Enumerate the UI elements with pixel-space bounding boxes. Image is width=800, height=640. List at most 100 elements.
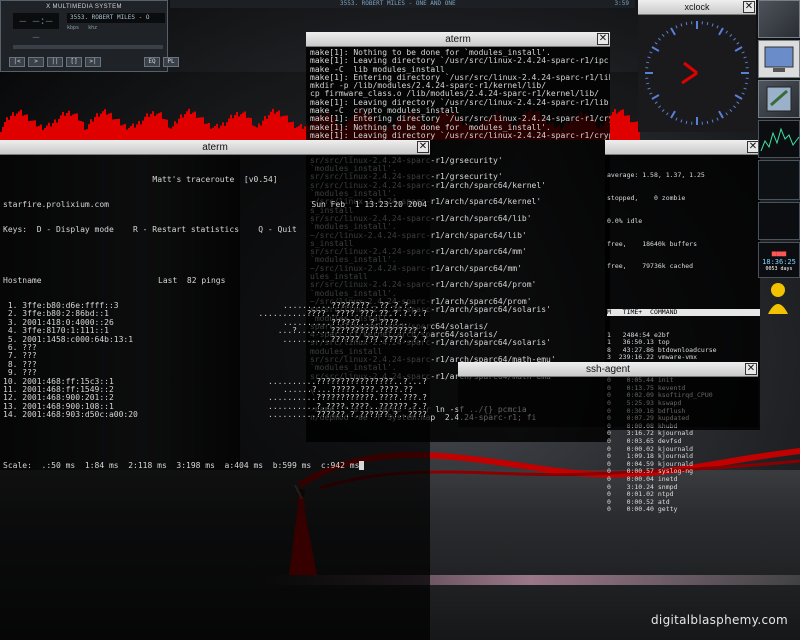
graph-bar [10, 115, 12, 140]
clock-tick [744, 82, 748, 85]
mtr-col-host: Hostname [3, 275, 42, 285]
settings-icon[interactable] [758, 80, 800, 118]
graph-bar [296, 127, 298, 140]
graph-bar [90, 119, 92, 140]
playlist-time: 3:59 [614, 0, 629, 7]
clock-tick [654, 42, 658, 45]
aterm-top-titlebar[interactable]: ✕ [605, 140, 760, 155]
graph-bar [270, 111, 272, 140]
eq-button[interactable]: EQ [144, 57, 160, 67]
aterm-mtr-titlebar[interactable]: aterm ✕ [0, 140, 430, 155]
clock-tick [711, 23, 714, 27]
hop-host: 14. 2001:468:903:d50c:a00:20 [3, 410, 138, 420]
graph-bar [122, 124, 124, 140]
graph-bar [162, 119, 164, 140]
top-header: M TIME+ COMMAND [607, 308, 760, 317]
clock-face [645, 21, 749, 125]
clock-tick [718, 27, 724, 36]
hop-pings: ..........??????.?.??????.?..???? [268, 410, 427, 420]
clock-widget: ■■■ 18:36:25 0053 days [758, 242, 800, 278]
monitor-icon[interactable] [758, 40, 800, 78]
graph-bar [34, 120, 36, 140]
clock-tick [734, 46, 743, 52]
graph-bar [292, 121, 294, 140]
xclock-titlebar[interactable]: xclock ✕ [638, 0, 756, 15]
graph-bar [196, 117, 198, 140]
graph-bar [630, 122, 632, 140]
stop-button[interactable]: [] [66, 57, 82, 67]
graph-bar [226, 122, 228, 140]
xmms-title: X MULTIMEDIA SYSTEM [46, 4, 122, 10]
graph-bar [130, 125, 132, 140]
clock-tick [716, 25, 719, 29]
graph-bar [622, 109, 624, 140]
graph-bar [188, 108, 190, 140]
graph-bar [74, 113, 76, 140]
graph-bar [70, 115, 72, 140]
graph-bar [116, 118, 118, 140]
graph-bar [142, 120, 144, 140]
graph-bar [92, 121, 94, 140]
graph-bar [282, 115, 284, 140]
ssh-agent-titlebar[interactable]: ssh-agent ✕ [458, 362, 758, 377]
graph-bar [152, 111, 154, 140]
table-row: 8. ??? [3, 360, 427, 369]
mtr-rows: 1. 3ffe:b80:d6e:ffff::3..........???????… [3, 301, 427, 420]
aterm-mtr-window[interactable]: aterm ✕ Matt's traceroute [v0.54] starfi… [0, 140, 430, 640]
graph-bar [174, 121, 176, 140]
clock-tick [744, 61, 748, 64]
graph-bar [64, 115, 66, 140]
graph-bar [298, 125, 300, 140]
graph-bar [156, 114, 158, 140]
graph-bar [218, 128, 220, 140]
xclock-window[interactable]: xclock ✕ [638, 0, 756, 132]
graph-bar [268, 114, 270, 140]
graph-bar [144, 116, 146, 140]
graph-bar [72, 114, 74, 140]
play-button[interactable]: > [28, 57, 44, 67]
graph-bar [258, 123, 260, 140]
clock-tick [675, 117, 678, 121]
xclock-title: xclock [684, 2, 710, 12]
pause-button[interactable]: || [47, 57, 63, 67]
dock-app-tile[interactable] [758, 0, 800, 38]
graph-bar [110, 112, 112, 140]
close-button[interactable]: ✕ [417, 141, 429, 153]
next-button[interactable]: >| [85, 57, 101, 67]
graph-bar [256, 127, 258, 140]
graph-bar [260, 125, 262, 140]
ssh-agent-window[interactable]: ssh-agent ✕ [458, 362, 758, 427]
top-cached: free, 79736k cached [607, 262, 694, 271]
dock-clock-time: 18:36:25 [762, 258, 796, 266]
xmms-song-title[interactable]: 3553. ROBERT MILES - O [67, 13, 165, 23]
graph-bar [216, 123, 218, 140]
clock-tick [734, 94, 743, 100]
graph-bar [166, 119, 168, 140]
aterm-make-titlebar[interactable]: aterm ✕ [306, 32, 610, 47]
graph-bar [66, 112, 68, 140]
clock-tick [741, 51, 745, 54]
graph-bar [176, 123, 178, 140]
prev-button[interactable]: |< [9, 57, 25, 67]
dock: ■■■ 18:36:25 0053 days [758, 0, 800, 320]
graph-bar [180, 114, 182, 140]
xmms-seek-bar[interactable] [13, 45, 163, 49]
mem-monitor [758, 160, 800, 200]
graph-bar [0, 132, 2, 140]
playlist-button[interactable]: PL [163, 57, 179, 67]
clock-tick [725, 112, 728, 116]
graph-bar [210, 128, 212, 140]
playlist-strip[interactable]: 3553. ROBERT MILES - ONE AND ONE 3:59 [170, 0, 635, 8]
clock-tick [685, 22, 688, 26]
graph-bar [228, 118, 230, 140]
graph-bar [136, 124, 138, 140]
close-button[interactable]: ✕ [745, 363, 757, 375]
mtr-col-last: Last 82 pings [158, 275, 226, 285]
close-button[interactable]: ✕ [743, 1, 755, 13]
xmms-player[interactable]: X MULTIMEDIA SYSTEM – –:– – 3553. ROBERT… [0, 0, 179, 72]
close-button[interactable]: ✕ [597, 33, 609, 45]
user-icon[interactable] [758, 280, 800, 318]
graph-bar [2, 126, 4, 140]
dock-date: 0053 days [765, 266, 793, 272]
graph-bar [184, 114, 186, 140]
